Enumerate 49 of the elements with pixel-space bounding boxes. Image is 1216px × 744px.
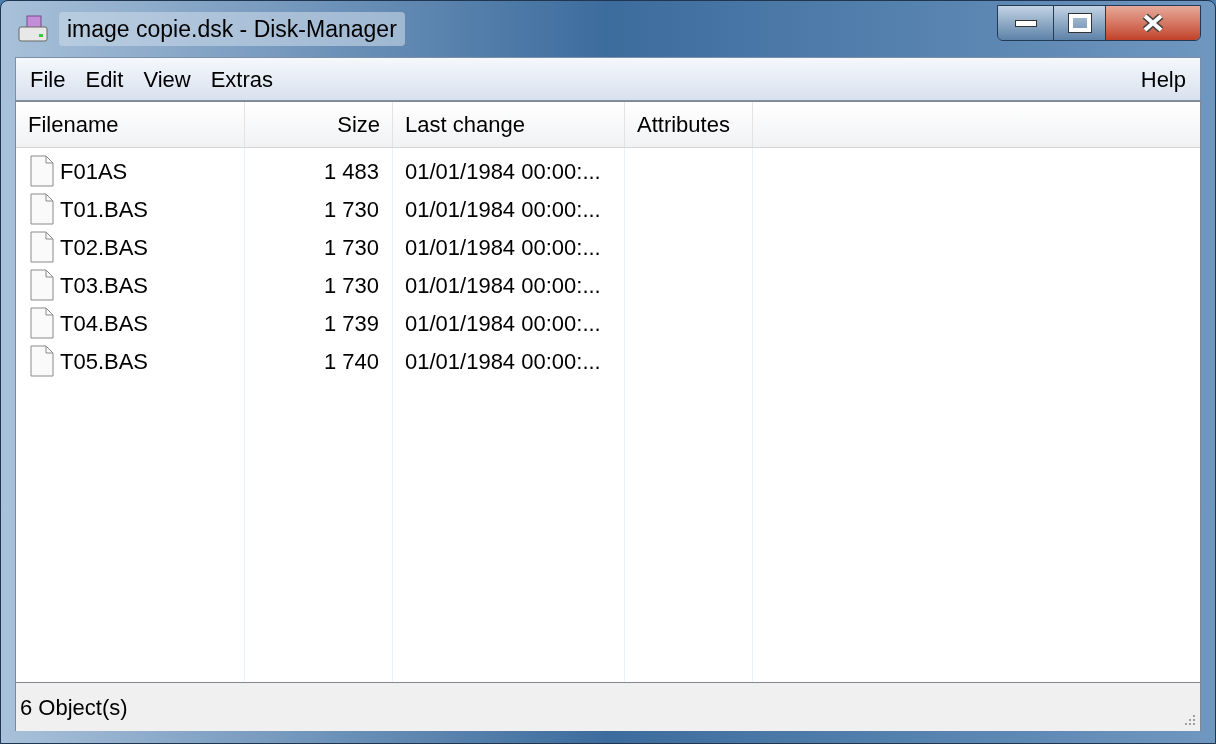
column-header[interactable]: Last change bbox=[393, 102, 625, 147]
filename-text: T01.BAS bbox=[60, 195, 149, 224]
file-icon bbox=[30, 269, 54, 301]
menu-item[interactable]: Edit bbox=[75, 62, 134, 96]
disk-drive-icon bbox=[17, 15, 49, 43]
close-icon bbox=[1142, 14, 1164, 32]
maximize-icon bbox=[1068, 14, 1091, 32]
size-cell-text: 1 483 bbox=[322, 157, 380, 186]
filename-text: F01AS bbox=[60, 157, 128, 186]
menu-item[interactable]: Help bbox=[1130, 62, 1196, 96]
file-icon bbox=[30, 231, 54, 263]
file-row-item[interactable]: T05.BAS bbox=[16, 344, 245, 378]
filename-text: T02.BAS bbox=[60, 233, 149, 262]
size-cell-text: 1 730 bbox=[322, 195, 380, 224]
file-row-item[interactable]: T01.BAS bbox=[16, 192, 245, 226]
last-change-cell-text: 01/01/1984 00:00:... bbox=[404, 271, 602, 300]
column-header[interactable]: Attributes bbox=[625, 102, 753, 147]
size-cell-text: 1 730 bbox=[322, 271, 380, 300]
window-title: image copie.dsk - Disk-Manager bbox=[59, 11, 405, 47]
size-cell-text: 1 740 bbox=[322, 347, 380, 376]
last-change-cell-text: 01/01/1984 00:00:... bbox=[404, 309, 602, 338]
filename-text: T05.BAS bbox=[60, 347, 149, 376]
size-cell-text: 1 730 bbox=[322, 233, 380, 262]
column-header[interactable]: Filename bbox=[16, 102, 245, 147]
file-icon bbox=[30, 193, 54, 225]
file-icon bbox=[30, 345, 54, 377]
menu-item[interactable]: Extras bbox=[200, 62, 284, 96]
menu-item[interactable]: File bbox=[20, 62, 76, 96]
last-change-cell-text: 01/01/1984 00:00:... bbox=[404, 157, 602, 186]
resize-grip-icon[interactable] bbox=[1182, 713, 1196, 727]
file-row-item[interactable]: T03.BAS bbox=[16, 268, 245, 302]
file-row-item[interactable]: T02.BAS bbox=[16, 230, 245, 264]
filename-text: T03.BAS bbox=[60, 271, 149, 300]
last-change-cell-text: 01/01/1984 00:00:... bbox=[404, 195, 602, 224]
filename-text: T04.BAS bbox=[60, 309, 149, 338]
size-cell-text: 1 739 bbox=[322, 309, 380, 338]
close-button[interactable] bbox=[1106, 6, 1200, 40]
file-row-item[interactable]: F01AS bbox=[16, 154, 245, 188]
minimize-icon bbox=[1014, 19, 1037, 27]
file-icon bbox=[30, 307, 54, 339]
last-change-cell-text: 01/01/1984 00:00:... bbox=[404, 347, 602, 376]
file-row-item[interactable]: T04.BAS bbox=[16, 306, 245, 340]
menu-item[interactable]: View bbox=[133, 62, 201, 96]
column-header[interactable]: Size bbox=[245, 102, 393, 147]
minimize-button[interactable] bbox=[998, 6, 1054, 40]
status-text: 6 Object(s) bbox=[20, 693, 128, 722]
last-change-cell-text: 01/01/1984 00:00:... bbox=[404, 233, 602, 262]
file-icon bbox=[30, 155, 54, 187]
maximize-button[interactable] bbox=[1054, 6, 1106, 40]
